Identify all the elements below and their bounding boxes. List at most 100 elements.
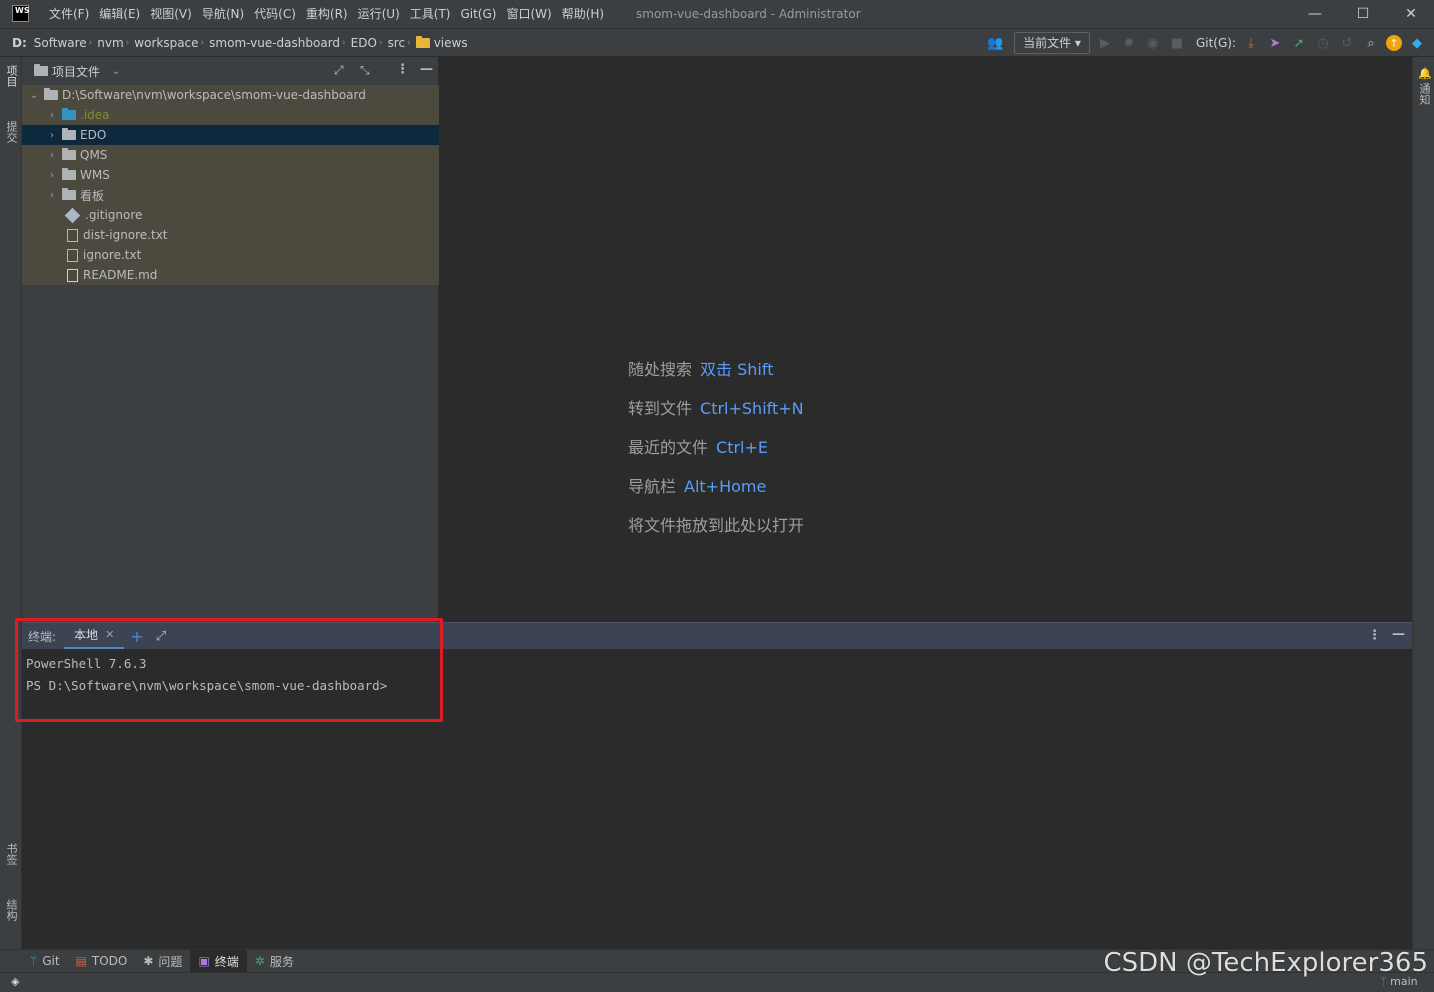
hide-panel-icon[interactable]: — bbox=[420, 62, 433, 77]
folder-icon bbox=[62, 148, 76, 160]
breadcrumb-nvm[interactable]: nvm bbox=[97, 36, 123, 50]
hint-shortcut: Alt+Home bbox=[684, 477, 767, 496]
tree-item-dist-ignore[interactable]: dist-ignore.txt bbox=[22, 225, 439, 245]
chevron-right-icon: › bbox=[407, 38, 411, 48]
run-icon[interactable]: ▶ bbox=[1096, 34, 1114, 52]
git-update-icon[interactable]: ⤓ bbox=[1242, 34, 1260, 52]
menu-tools[interactable]: 工具(T) bbox=[405, 0, 456, 28]
tree-item-label: EDO bbox=[80, 128, 107, 142]
menu-navigate[interactable]: 导航(N) bbox=[197, 0, 249, 28]
close-button[interactable]: ✕ bbox=[1388, 0, 1434, 28]
terminal-tab-local[interactable]: 本地 ✕ bbox=[64, 623, 125, 650]
terminal-icon: ▣ bbox=[198, 954, 210, 968]
hint-label: 将文件拖放到此处以打开 bbox=[628, 516, 805, 535]
minimize-button[interactable]: — bbox=[1292, 0, 1338, 28]
tree-item-label: 看板 bbox=[80, 188, 105, 203]
hint-navigation-bar: 导航栏 Alt+Home bbox=[628, 473, 766, 497]
bottom-tab-services[interactable]: ✲ 服务 bbox=[247, 950, 302, 973]
hint-shortcut: 双击 Shift bbox=[700, 360, 774, 379]
tree-item-label: QMS bbox=[80, 148, 108, 162]
menu-refactor[interactable]: 重构(R) bbox=[301, 0, 353, 28]
history-icon[interactable]: ◷ bbox=[1314, 34, 1332, 52]
bottom-tab-terminal[interactable]: ▣ 终端 bbox=[190, 949, 247, 973]
update-icon[interactable]: ↑ bbox=[1386, 35, 1402, 51]
chevron-right-icon: › bbox=[50, 129, 54, 141]
collapse-all-icon[interactable]: ⤡ bbox=[360, 63, 370, 78]
text-file-icon bbox=[67, 248, 78, 262]
chevron-right-icon: › bbox=[342, 38, 346, 48]
tree-item-idea[interactable]: › .idea bbox=[22, 105, 439, 125]
menu-view[interactable]: 视图(V) bbox=[145, 0, 197, 28]
tool-tab-project[interactable]: 项目 bbox=[3, 65, 19, 87]
menu-run[interactable]: 运行(U) bbox=[353, 0, 405, 28]
hint-shortcut: Ctrl+Shift+N bbox=[700, 399, 804, 418]
run-config-select[interactable]: 当前文件 ▾ bbox=[1014, 32, 1090, 54]
tool-tab-notifications[interactable]: 通知 bbox=[1416, 83, 1432, 105]
menu-file[interactable]: 文件(F) bbox=[44, 0, 94, 28]
webstorm-logo-icon[interactable]: WS bbox=[12, 5, 30, 22]
chevron-down-icon: ⌄ bbox=[29, 89, 39, 101]
tool-tab-bookmarks[interactable]: 书签 bbox=[3, 843, 19, 865]
tree-item-qms[interactable]: › QMS bbox=[22, 145, 439, 165]
chevron-right-icon: › bbox=[88, 38, 93, 48]
editor-area[interactable]: 随处搜索 双击 Shift 转到文件 Ctrl+Shift+N 最近的文件 Ctrl+… bbox=[440, 57, 1412, 622]
breadcrumb-workspace[interactable]: workspace bbox=[134, 36, 198, 50]
stop-icon[interactable]: ■ bbox=[1168, 34, 1186, 52]
tree-item-kanban[interactable]: › 看板 bbox=[22, 185, 439, 205]
tool-tab-commit[interactable]: 提交 bbox=[3, 121, 19, 143]
bell-icon[interactable]: 🔔 bbox=[1418, 67, 1432, 80]
menu-edit[interactable]: 编辑(E) bbox=[94, 0, 145, 28]
more-options-icon[interactable]: ⋮ bbox=[396, 62, 409, 77]
debug-icon[interactable]: ✹ bbox=[1120, 34, 1138, 52]
bottom-tab-todo[interactable]: ▤ TODO bbox=[68, 950, 136, 973]
tool-tab-structure[interactable]: 结构 bbox=[3, 899, 19, 921]
breadcrumb-src[interactable]: src bbox=[388, 36, 406, 50]
terminal-output[interactable]: PowerShell 7.6.3 PS D:\Software\nvm\work… bbox=[22, 649, 1412, 949]
tree-item-edo[interactable]: › EDO bbox=[22, 125, 439, 145]
maximize-button[interactable]: ☐ bbox=[1340, 0, 1386, 28]
breadcrumb-project[interactable]: smom-vue-dashboard bbox=[209, 36, 340, 50]
rollback-icon[interactable]: ↺ bbox=[1338, 34, 1356, 52]
git-commit-icon[interactable]: ➤ bbox=[1266, 34, 1284, 52]
add-tab-icon[interactable]: + bbox=[130, 627, 143, 646]
menu-help[interactable]: 帮助(H) bbox=[557, 0, 609, 28]
expand-all-icon[interactable]: ⤢ bbox=[334, 63, 344, 78]
ide-logo-icon[interactable]: ◆ bbox=[1408, 34, 1426, 52]
folder-icon bbox=[62, 128, 76, 140]
breadcrumb-edo[interactable]: EDO bbox=[351, 36, 377, 50]
folder-icon bbox=[62, 108, 76, 120]
breadcrumb-views[interactable]: views bbox=[434, 36, 468, 50]
breadcrumb-software[interactable]: Software bbox=[34, 36, 87, 50]
menu-code[interactable]: 代码(C) bbox=[249, 0, 301, 28]
layers-icon[interactable]: ◈ bbox=[11, 975, 19, 988]
users-icon[interactable]: 👥 bbox=[982, 34, 1008, 52]
hint-goto-file: 转到文件 Ctrl+Shift+N bbox=[628, 395, 804, 419]
navigation-bar: D: Software › nvm › workspace › smom-vue-da… bbox=[0, 28, 1434, 57]
expand-icon[interactable]: ⤢ bbox=[156, 629, 166, 644]
tree-item-ignore[interactable]: ignore.txt bbox=[22, 245, 439, 265]
git-push-icon[interactable]: ➚ bbox=[1290, 34, 1308, 52]
more-options-icon[interactable]: ⋮ bbox=[1368, 628, 1381, 643]
tree-item-label: .idea bbox=[80, 108, 110, 122]
run-config-label: 当前文件 bbox=[1023, 36, 1072, 50]
project-view-select[interactable]: 项目文件 ⌄ bbox=[34, 57, 120, 85]
tree-root[interactable]: ⌄ D:\Software\nvm\workspace\smom-vue-das… bbox=[22, 85, 439, 105]
breadcrumb-drive[interactable]: D: bbox=[12, 36, 27, 50]
bottom-tab-label: 服务 bbox=[269, 954, 294, 969]
bottom-tab-git[interactable]: ᛘ Git bbox=[22, 950, 68, 973]
search-icon[interactable]: ⌕ bbox=[1362, 34, 1380, 52]
tree-item-readme[interactable]: README.md bbox=[22, 265, 439, 285]
folder-icon bbox=[44, 88, 58, 100]
markdown-file-icon bbox=[67, 268, 78, 282]
menu-window[interactable]: 窗口(W) bbox=[501, 0, 556, 28]
menu-git[interactable]: Git(G) bbox=[455, 0, 501, 28]
bottom-tab-problems[interactable]: ✱ 问题 bbox=[135, 950, 190, 973]
hide-panel-icon[interactable]: — bbox=[1392, 627, 1405, 642]
tree-item-label: dist-ignore.txt bbox=[83, 228, 168, 242]
terminal-tab-label: 本地 bbox=[74, 628, 99, 642]
close-tab-icon[interactable]: ✕ bbox=[105, 628, 114, 641]
tree-item-gitignore[interactable]: .gitignore bbox=[22, 205, 439, 225]
coverage-icon[interactable]: ◉ bbox=[1144, 34, 1162, 52]
tree-item-wms[interactable]: › WMS bbox=[22, 165, 439, 185]
hint-label: 最近的文件 bbox=[628, 438, 709, 457]
